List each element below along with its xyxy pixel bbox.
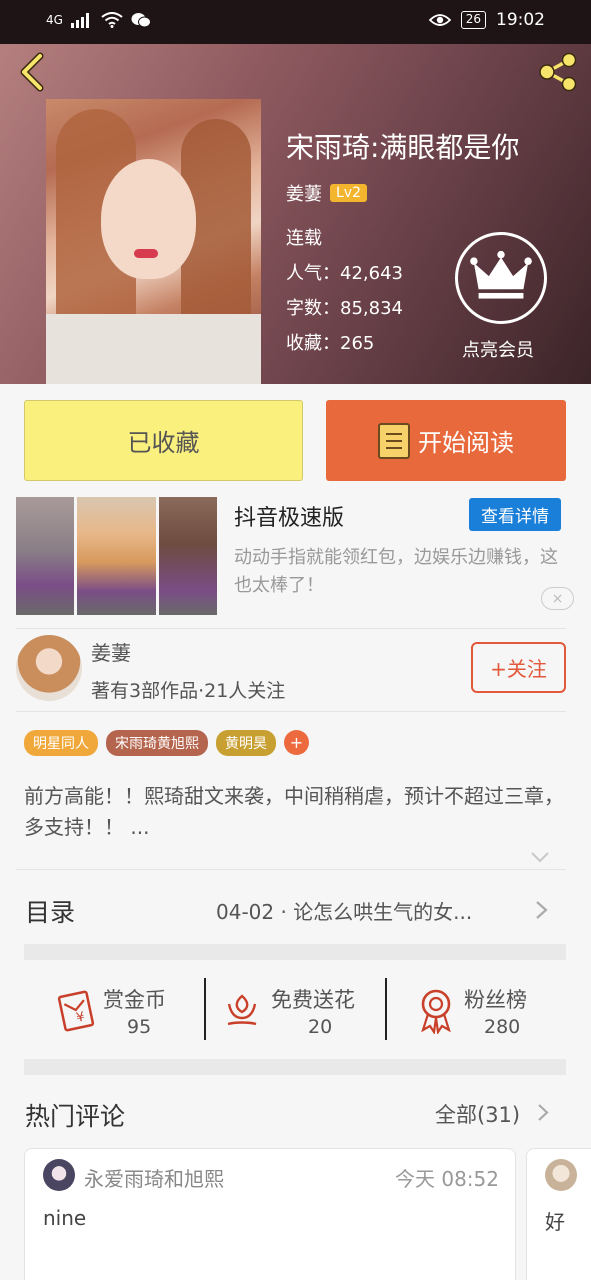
comment-time: 今天 08:52 bbox=[395, 1167, 499, 1191]
book-cover-image[interactable] bbox=[46, 99, 261, 384]
share-icon[interactable] bbox=[535, 48, 581, 94]
follow-button[interactable]: +关注 bbox=[471, 642, 566, 693]
chevron-down-icon[interactable] bbox=[529, 846, 551, 868]
collected-button[interactable]: 已收藏 bbox=[24, 400, 303, 481]
section-divider-band bbox=[24, 944, 566, 960]
crown-icon[interactable] bbox=[455, 232, 547, 324]
stat-label: 粉丝榜 bbox=[464, 988, 527, 1012]
ad-detail-button[interactable]: 查看详情 bbox=[469, 498, 561, 531]
synopsis-text[interactable]: 前方高能！！熙琦甜文来袭，中间稍稍虐，预计不超过三章，多支持！！ ... bbox=[24, 781, 564, 843]
ad-image-2[interactable] bbox=[77, 497, 156, 615]
author-summary: 著有3部作品·21人关注 bbox=[91, 680, 286, 702]
red-envelope-icon: ¥ bbox=[57, 990, 95, 1032]
tag-item[interactable]: 明星同人 bbox=[24, 730, 98, 756]
status-right: 26 19:02 bbox=[428, 10, 545, 30]
tag-item[interactable]: 黄明昊 bbox=[216, 730, 276, 756]
book-icon bbox=[378, 422, 410, 459]
ad-image-1[interactable] bbox=[16, 497, 74, 615]
stat-value: 95 bbox=[127, 1016, 152, 1038]
start-reading-button[interactable]: 开始阅读 bbox=[326, 400, 566, 481]
divider bbox=[16, 711, 566, 712]
status-bar: 4G 26 19:02 bbox=[0, 0, 591, 44]
wechat-icon bbox=[131, 13, 151, 28]
commenter-name[interactable]: 永爱雨琦和旭熙 bbox=[84, 1163, 224, 1192]
ad-description[interactable]: 动动手指就能领红包，边娱乐边赚钱，这也太棒了！ bbox=[234, 544, 564, 600]
words-label: 字数： bbox=[286, 298, 340, 319]
hot-comments-title: 热门评论 bbox=[25, 1102, 126, 1131]
book-author-line: 姜萋 Lv2 bbox=[286, 180, 367, 206]
battery-indicator: 26 bbox=[460, 11, 486, 29]
tag-item[interactable]: 宋雨琦黄旭熙 bbox=[106, 730, 208, 756]
chevron-right-icon[interactable] bbox=[537, 1103, 550, 1122]
collected-label: 已收藏 bbox=[127, 429, 200, 457]
cover-lips bbox=[134, 249, 158, 258]
all-comments-link[interactable]: 全部(31) bbox=[435, 1099, 520, 1129]
tag-list: 明星同人 宋雨琦黄旭熙 黄明昊 + bbox=[24, 730, 309, 756]
flower-icon bbox=[227, 994, 257, 1026]
section-divider-band bbox=[24, 1059, 566, 1075]
comment-text: 好 bbox=[545, 1210, 565, 1234]
stat-free-flowers[interactable]: 免费送花 20 bbox=[220, 980, 380, 1040]
svg-text:¥: ¥ bbox=[75, 1009, 86, 1025]
stat-label: 赏金币 bbox=[103, 988, 166, 1012]
book-status: 连载 bbox=[286, 228, 322, 249]
status-left: 4G bbox=[46, 12, 151, 28]
book-popularity: 人气：42,643 bbox=[286, 259, 403, 285]
wifi-icon bbox=[101, 12, 123, 28]
comment-card[interactable]: 好 bbox=[526, 1148, 591, 1280]
back-arrow-icon[interactable] bbox=[14, 52, 54, 92]
cover-face bbox=[101, 159, 196, 279]
stat-separator bbox=[385, 978, 387, 1040]
author-avatar[interactable] bbox=[16, 635, 82, 701]
author-name[interactable]: 姜萋 bbox=[91, 637, 131, 666]
commenter-avatar[interactable] bbox=[43, 1159, 75, 1191]
popularity-label: 人气： bbox=[286, 263, 340, 284]
close-icon[interactable]: × bbox=[541, 587, 574, 610]
stat-reward-coins[interactable]: ¥ 赏金币 95 bbox=[50, 980, 200, 1040]
book-header: 宋雨琦:满眼都是你 姜萋 Lv2 连载 人气：42,643 字数：85,834 … bbox=[0, 44, 591, 384]
commenter-avatar[interactable] bbox=[545, 1159, 577, 1191]
book-author[interactable]: 姜萋 bbox=[286, 180, 322, 206]
eye-icon bbox=[428, 14, 451, 26]
book-words: 字数：85,834 bbox=[286, 294, 403, 320]
stat-value: 280 bbox=[484, 1016, 521, 1038]
author-level-badge: Lv2 bbox=[330, 184, 367, 202]
stat-label: 免费送花 bbox=[271, 988, 355, 1012]
ad-title[interactable]: 抖音极速版 bbox=[234, 500, 344, 532]
book-title: 宋雨琦:满眼都是你 bbox=[286, 131, 520, 164]
medal-icon bbox=[421, 989, 451, 1034]
cover-shirt bbox=[46, 314, 261, 384]
catalog-latest-chapter[interactable]: 04-02 · 论怎么哄生气的女... bbox=[216, 896, 472, 925]
comment-card[interactable]: 永爱雨琦和旭熙 今天 08:52 nine bbox=[24, 1148, 516, 1280]
comment-text: nine bbox=[43, 1206, 87, 1230]
ad-image-3[interactable] bbox=[159, 497, 217, 615]
clock: 19:02 bbox=[496, 10, 545, 30]
vip-label[interactable]: 点亮会员 bbox=[462, 336, 534, 362]
chevron-right-icon[interactable] bbox=[535, 900, 549, 920]
book-favorites: 收藏：265 bbox=[286, 329, 374, 355]
words-value: 85,834 bbox=[340, 298, 403, 319]
favorites-value: 265 bbox=[340, 333, 375, 354]
stat-value: 20 bbox=[308, 1016, 333, 1038]
start-reading-label: 开始阅读 bbox=[418, 429, 514, 457]
stat-fan-ranking[interactable]: 粉丝榜 280 bbox=[414, 980, 564, 1040]
add-tag-button[interactable]: + bbox=[284, 730, 309, 755]
divider bbox=[16, 869, 566, 870]
catalog-label[interactable]: 目录 bbox=[25, 893, 75, 929]
signal-icon bbox=[70, 13, 89, 28]
network-label: 4G bbox=[46, 13, 63, 27]
favorites-label: 收藏： bbox=[286, 333, 340, 354]
popularity-value: 42,643 bbox=[340, 263, 403, 284]
stat-separator bbox=[204, 978, 206, 1040]
divider bbox=[16, 628, 566, 629]
